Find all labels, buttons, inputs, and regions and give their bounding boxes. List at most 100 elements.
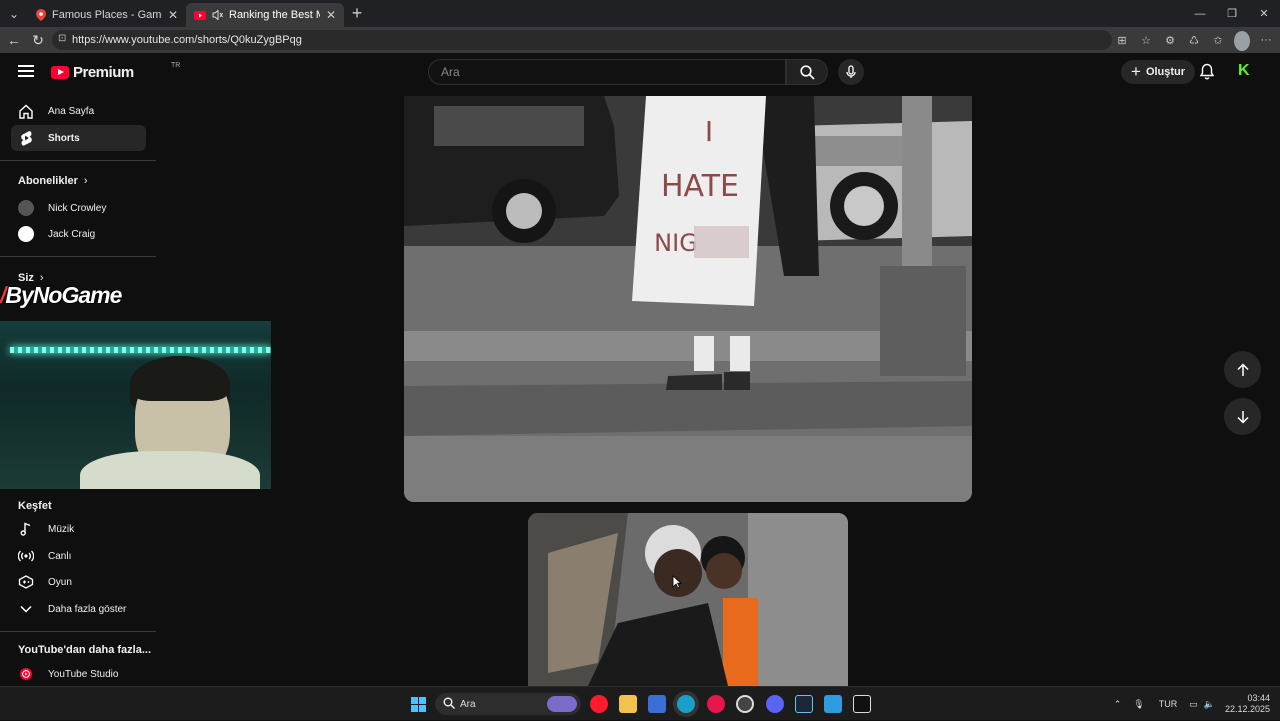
steam-icon[interactable] <box>795 695 813 713</box>
url-field[interactable]: ⊡ https://www.youtube.com/shorts/Q0kuZyg… <box>52 30 1112 50</box>
sidebar-item-gaming[interactable]: Oyun <box>11 569 146 595</box>
search-input[interactable]: Ara <box>428 59 786 85</box>
chevron-down-icon <box>18 605 34 613</box>
new-tab-button[interactable]: + <box>344 3 370 24</box>
webcam-feed <box>0 321 271 489</box>
show-more-button[interactable]: Daha fazla göster <box>11 596 146 622</box>
minimize-icon[interactable]: — <box>1184 0 1216 27</box>
voice-search-button[interactable] <box>838 59 864 85</box>
live-icon <box>18 550 34 562</box>
next-short-button[interactable] <box>1224 398 1261 435</box>
sidebar-item-jack-craig[interactable]: Jack Craig <box>11 221 146 247</box>
tab-youtube[interactable]: Ranking the Best Musical Chairs ✕ <box>186 3 344 27</box>
chevron-right-icon: › <box>83 175 88 187</box>
account-avatar[interactable]: K <box>1238 63 1254 79</box>
sidebar-item-live[interactable]: Canlı <box>11 543 146 569</box>
divider <box>0 631 156 632</box>
restore-icon[interactable]: ❐ <box>1216 0 1248 27</box>
search-icon <box>799 64 815 80</box>
shorts-video-player[interactable]: I HATE NIG <box>404 96 972 502</box>
tab-geoguessr[interactable]: Famous Places - Game - GeoGuessr ✕ <box>28 3 186 27</box>
channel-avatar <box>18 226 34 242</box>
search-button[interactable] <box>786 59 828 85</box>
address-toolbar: ← ↻ ⊡ https://www.youtube.com/shorts/Q0k… <box>0 27 1280 53</box>
file-explorer-icon[interactable] <box>619 695 637 713</box>
sidebar-item-youtube-studio[interactable]: YouTube Studio <box>11 661 146 687</box>
youtube-header: Premium TR Ara + Oluştur K <box>0 53 1280 93</box>
microphone-tray-icon[interactable]: 🎙 <box>1133 699 1144 710</box>
volume-icon[interactable]: 🔈 <box>1204 699 1215 710</box>
browser-tab-bar: ⌄ Famous Places - Game - GeoGuessr ✕ Ran… <box>0 0 1280 27</box>
date-label: 22.12.2025 <box>1224 704 1270 714</box>
tab-title: Famous Places - Game - GeoGuessr <box>52 9 162 21</box>
language-indicator[interactable]: TUR <box>1159 699 1178 709</box>
sign-text-2: HATE <box>661 169 739 204</box>
app-icon[interactable] <box>648 695 666 713</box>
close-window-icon[interactable]: ✕ <box>1248 0 1280 27</box>
windows-start-icon[interactable] <box>411 697 426 712</box>
toolbar-icons: ⊞ ☆ ⚙ ♺ ✩ ··· <box>1114 30 1274 51</box>
chevron-up-icon[interactable]: ⌃ <box>1114 699 1122 710</box>
media-player-icon[interactable] <box>707 695 725 713</box>
video-frame: I HATE NIG <box>404 96 972 502</box>
refresh-icon[interactable]: ↻ <box>26 32 50 49</box>
back-icon[interactable]: ← <box>2 32 26 48</box>
site-info-icon[interactable]: ⊡ <box>58 33 66 44</box>
extensions-icon[interactable]: ⚙ <box>1162 30 1178 50</box>
sidebar-item-label: Daha fazla göster <box>48 603 127 615</box>
sidebar-item-home[interactable]: Ana Sayfa <box>11 98 146 124</box>
shorts-icon <box>18 130 34 146</box>
subscriptions-header[interactable]: Abonelikler › <box>18 175 88 187</box>
network-icon[interactable]: ▭ <box>1189 699 1198 710</box>
sidebar-item-music[interactable]: Müzik <box>11 516 146 542</box>
app-available-icon[interactable]: ⊞ <box>1114 30 1130 50</box>
sidebar-item-label: Nick Crowley <box>48 202 107 214</box>
gaming-icon <box>18 575 34 589</box>
video-frame <box>528 513 848 686</box>
microphone-icon <box>846 65 856 78</box>
search-icon <box>443 697 455 709</box>
discord-icon[interactable] <box>766 695 784 713</box>
speaker-icon[interactable] <box>212 10 223 20</box>
music-icon <box>18 522 34 536</box>
favorites-icon[interactable]: ✩ <box>1210 30 1226 50</box>
mouse-cursor-icon <box>672 575 682 589</box>
sidebar-item-nick-crowley[interactable]: Nick Crowley <box>11 195 146 221</box>
favorite-star-icon[interactable]: ☆ <box>1138 30 1154 50</box>
edge-icon[interactable] <box>677 695 695 713</box>
taskbar-search[interactable]: Ara <box>435 693 581 715</box>
arrow-down-icon <box>1236 410 1249 424</box>
opera-icon[interactable] <box>590 695 608 713</box>
profile-icon[interactable] <box>1234 30 1250 51</box>
epic-games-icon[interactable] <box>853 695 871 713</box>
youtube-play-icon <box>51 66 69 79</box>
streamer-hair-front <box>132 361 228 401</box>
clock[interactable]: 03:44 22.12.2025 <box>1225 693 1270 715</box>
next-short-preview[interactable] <box>528 513 848 686</box>
youtube-logo[interactable]: Premium TR <box>51 62 180 81</box>
notifications-icon[interactable] <box>1199 63 1215 85</box>
windows-taskbar: Ara ⌃ 🎙 TUR ▭ 🔈 03:44 22.12.2025 <box>0 686 1280 720</box>
sidebar-item-label: Müzik <box>48 523 75 535</box>
performance-icon[interactable]: ♺ <box>1186 30 1202 50</box>
explore-header: Keşfet <box>18 500 52 512</box>
sidebar-item-shorts[interactable]: Shorts <box>11 125 146 151</box>
sidebar-item-label: Canlı <box>48 550 72 562</box>
sidebar-item-label: Ana Sayfa <box>48 105 95 117</box>
photos-icon[interactable] <box>824 695 842 713</box>
tab-list-chevron-icon[interactable]: ⌄ <box>0 0 28 27</box>
sign-text-1: I <box>705 115 713 148</box>
arrow-up-icon <box>1236 362 1249 376</box>
close-tab-icon[interactable]: ✕ <box>168 8 178 22</box>
create-button[interactable]: + Oluştur <box>1121 60 1196 84</box>
close-tab-icon[interactable]: ✕ <box>326 8 336 22</box>
menu-icon[interactable] <box>18 65 34 77</box>
chatgpt-icon[interactable] <box>736 695 754 713</box>
taskbar-search-label: Ara <box>460 698 476 710</box>
sidebar-item-label: Jack Craig <box>48 228 96 240</box>
url-text: https://www.youtube.com/shorts/Q0kuZygBP… <box>72 34 302 46</box>
more-from-youtube-header: YouTube'dan daha fazla... <box>18 644 151 656</box>
previous-short-button[interactable] <box>1224 351 1261 388</box>
censor-blur <box>694 226 749 258</box>
more-menu-icon[interactable]: ··· <box>1258 30 1274 50</box>
